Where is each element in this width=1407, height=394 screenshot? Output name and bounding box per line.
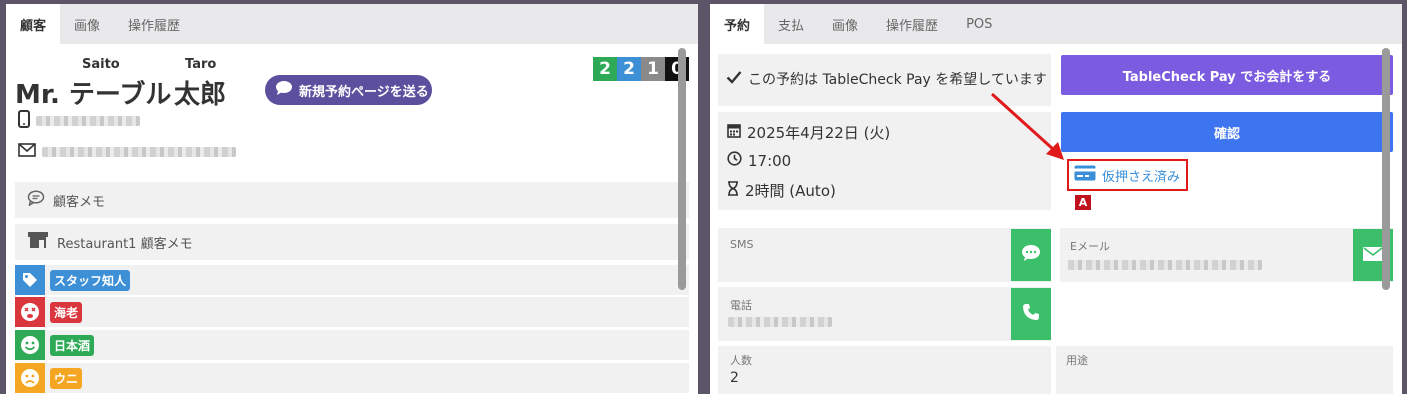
clock-icon: [727, 151, 742, 170]
tab-reservation[interactable]: 予約: [710, 4, 765, 44]
pay-notice-text: この予約は TableCheck Pay を希望しています: [748, 72, 1047, 88]
customer-panel-scrollbar[interactable]: [678, 48, 686, 290]
frown-face-icon: [15, 363, 45, 393]
credit-card-icon: [1074, 165, 1096, 185]
reservation-duration-row: 2時間 (Auto): [727, 180, 836, 201]
tab-history[interactable]: 操作履歴: [872, 4, 952, 44]
chat-bubble-icon: [1021, 244, 1041, 266]
restaurant-memo-label: Restaurant1 顧客メモ: [57, 236, 193, 252]
customer-tag-row: スタッフ知人: [15, 265, 689, 295]
customer-tag-row: 海老: [15, 297, 689, 327]
hold-status-label: 仮押さえ済み: [1102, 169, 1181, 185]
send-reservation-page-button[interactable]: 新規予約ページを送る: [265, 75, 432, 105]
purpose-field[interactable]: 用途: [1056, 346, 1393, 394]
furigana-last: Saito: [82, 57, 120, 72]
customer-panel: 顧客 画像 操作履歴 Saito Taro Mr. テーブル 太郎 新規予約ペー…: [6, 4, 698, 394]
guests-value: 2: [730, 370, 739, 386]
comment-icon: [27, 190, 45, 210]
counter-visits: 2: [593, 57, 617, 81]
furigana-first: Taro: [185, 57, 217, 72]
hourglass-icon: [727, 181, 739, 200]
tab-pos[interactable]: POS: [952, 4, 1006, 44]
guests-field[interactable]: 人数 2: [718, 346, 1051, 394]
customer-memo-label: 顧客メモ: [53, 194, 106, 210]
counter-cancels: 1: [641, 57, 665, 81]
tab-images[interactable]: 画像: [818, 4, 872, 44]
phone-icon: [1022, 303, 1040, 325]
visit-counters: 2 2 1 0: [593, 57, 689, 81]
customer-memo[interactable]: 顧客メモ: [15, 182, 689, 218]
tag-label: スタッフ知人: [50, 269, 131, 291]
envelope-icon: [18, 142, 36, 161]
sms-label: SMS: [730, 238, 754, 251]
confirm-button[interactable]: 確認: [1061, 112, 1393, 152]
customer-phone-row: [18, 110, 140, 132]
annotation-arrow: [990, 92, 1064, 160]
tab-images[interactable]: 画像: [60, 4, 114, 44]
tab-customer[interactable]: 顧客: [6, 4, 61, 44]
store-icon: [27, 231, 49, 253]
tag-label: 日本酒: [50, 334, 95, 356]
restaurant-memo[interactable]: Restaurant1 顧客メモ: [15, 224, 689, 260]
phone-value-redacted: [728, 317, 832, 327]
envelope-icon: [1363, 246, 1383, 265]
tag-label: ウニ: [50, 367, 83, 389]
email-label: Eメール: [1070, 240, 1110, 253]
reservation-time: 17:00: [748, 151, 792, 170]
reservation-duration: 2時間 (Auto): [745, 182, 836, 200]
customer-last-name: Mr. テーブル: [15, 80, 172, 110]
customer-phone-redacted: [36, 116, 140, 126]
tablecheck-pay-button[interactable]: TableCheck Pay でお会計をする: [1061, 55, 1393, 95]
send-reservation-page-label: 新規予約ページを送る: [299, 84, 429, 100]
email-field: Eメール: [1060, 228, 1393, 282]
phone-label: 電話: [730, 299, 752, 312]
smile-face-icon: [15, 330, 45, 360]
reservation-date: 2025年4月22日 (火): [747, 124, 891, 142]
phone-field: 電話: [718, 287, 1051, 341]
calendar-icon: [727, 123, 741, 142]
tab-payment[interactable]: 支払: [764, 4, 818, 44]
customer-tabbar: 顧客 画像 操作履歴: [6, 4, 698, 44]
purpose-label: 用途: [1066, 354, 1088, 367]
tag-icon: [15, 265, 45, 295]
annotation-badge: A: [1075, 195, 1091, 210]
customer-tag-row: 日本酒: [15, 330, 689, 360]
pay-notice: この予約は TableCheck Pay を希望しています: [726, 69, 1047, 89]
mobile-phone-icon: [18, 110, 30, 132]
tag-label: 海老: [50, 301, 83, 323]
reservation-date-row: 2025年4月22日 (火): [727, 122, 890, 143]
checkmark-icon: [726, 70, 742, 88]
tab-history[interactable]: 操作履歴: [114, 4, 194, 44]
counter-reservations: 2: [617, 57, 641, 81]
sms-field: SMS: [718, 228, 1051, 282]
chat-bubble-icon: [275, 80, 293, 100]
reservation-time-row: 17:00: [727, 151, 791, 170]
email-value-redacted: [1068, 260, 1262, 270]
reservation-tabbar: 予約 支払 画像 操作履歴 POS: [710, 4, 1402, 44]
hold-status-highlight[interactable]: 仮押さえ済み: [1067, 159, 1188, 191]
phone-button[interactable]: [1011, 288, 1051, 340]
guests-label: 人数: [730, 354, 752, 367]
customer-email-redacted: [42, 146, 236, 157]
customer-tag-row: ウニ: [15, 363, 689, 393]
customer-email-row: [18, 142, 236, 161]
sms-button[interactable]: [1011, 229, 1051, 281]
reservation-panel-scrollbar[interactable]: [1382, 48, 1390, 290]
reservation-panel: 予約 支払 画像 操作履歴 POS この予約は TableCheck Pay を…: [710, 4, 1402, 394]
dizzy-face-icon: [15, 297, 45, 327]
customer-first-name: 太郎: [174, 80, 227, 110]
